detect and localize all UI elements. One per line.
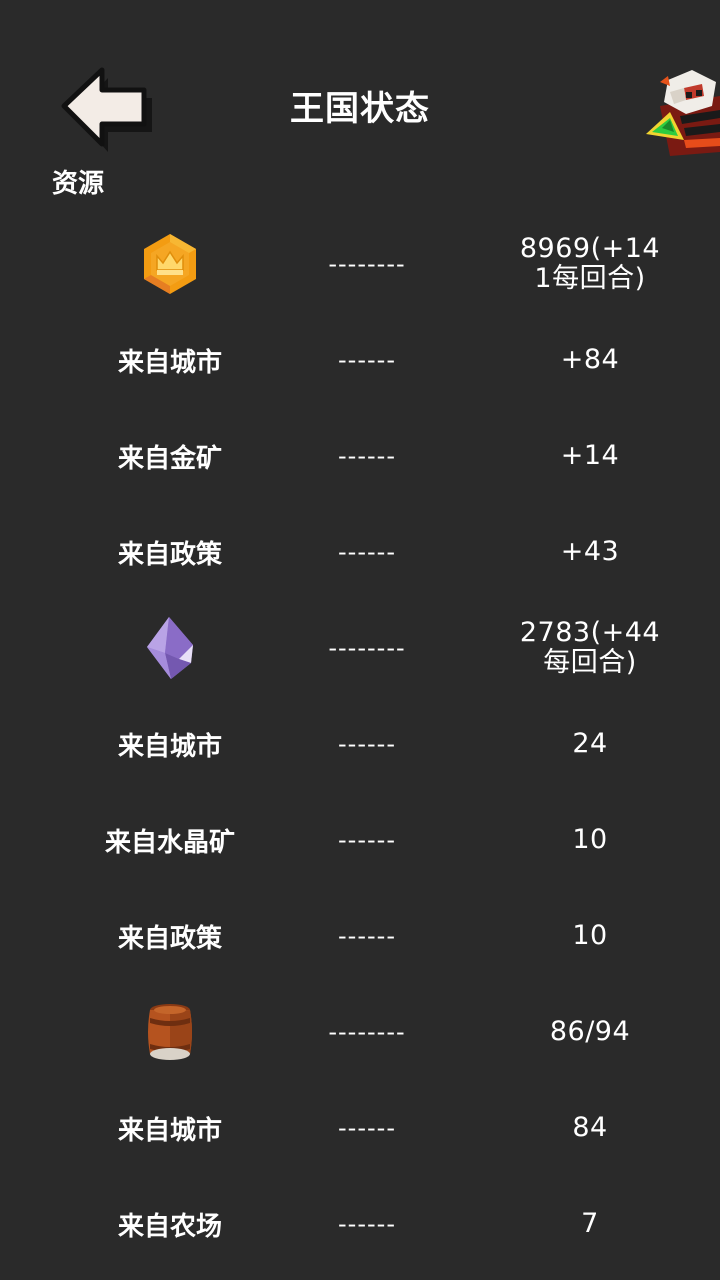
- gold-source-value: +43: [560, 536, 620, 567]
- crystal-source-label: 来自政策: [117, 923, 222, 954]
- gold-source-row: 来自金矿 ------ +14: [0, 408, 720, 504]
- header-bar: 王国状态: [0, 0, 720, 170]
- crystal-source-row: 来自政策 ------ 10: [0, 888, 720, 984]
- gold-source-value: +84: [560, 344, 620, 375]
- food-source-row: 来自城市 ------ 84: [0, 1080, 720, 1176]
- food-barrel-icon: [148, 1004, 192, 1060]
- gold-source-value: +14: [560, 440, 620, 471]
- ruler-avatar[interactable]: [640, 66, 720, 156]
- food-source-label: 来自城市: [117, 1115, 222, 1146]
- purple-crystal-icon: [147, 617, 193, 679]
- gold-total-value: 8969(+141每回合): [500, 216, 680, 312]
- gold-source-row: 来自城市 ------ +84: [0, 312, 720, 408]
- food-source-row: 来自农场 ------ 7: [0, 1176, 720, 1272]
- gold-crown-coin-icon: [144, 234, 196, 294]
- food-total-row: -------- 86/94: [0, 984, 720, 1080]
- gold-total-text: 8969(+141每回合): [519, 233, 661, 294]
- food-source-separator: ------: [338, 1114, 396, 1142]
- gold-source-row: 来自政策 ------ +43: [0, 504, 720, 600]
- page-title: 王国状态: [290, 89, 430, 129]
- food-source-value: 84: [572, 1112, 608, 1143]
- crystal-total-value: 2783(+44每回合): [500, 600, 680, 696]
- gold-icon-cell: [70, 216, 270, 312]
- crystal-source-separator: ------: [338, 730, 396, 758]
- crystal-source-value: 24: [572, 728, 608, 759]
- section-label-resources: 资源: [52, 169, 105, 199]
- crystal-source-row: 来自城市 ------ 24: [0, 696, 720, 792]
- gold-source-separator: ------: [338, 346, 396, 374]
- crystal-total-row: -------- 2783(+44每回合): [0, 600, 720, 696]
- crystal-icon-cell: [70, 600, 270, 696]
- crystal-source-separator: ------: [338, 922, 396, 950]
- food-source-value: 7: [581, 1208, 599, 1239]
- gold-source-label: 来自城市: [117, 347, 222, 378]
- crystal-source-label: 来自水晶矿: [104, 827, 235, 858]
- crystal-source-row: 来自水晶矿 ------ 10: [0, 792, 720, 888]
- food-source-separator: ------: [338, 1210, 396, 1238]
- food-icon-cell: [70, 984, 270, 1080]
- crystal-source-label: 来自城市: [117, 731, 222, 762]
- gold-source-label: 来自金矿: [117, 443, 222, 474]
- food-separator: --------: [328, 1018, 406, 1046]
- gold-separator: --------: [328, 250, 406, 278]
- gold-source-separator: ------: [338, 538, 396, 566]
- gold-total-row: -------- 8969(+141每回合): [0, 216, 720, 312]
- gold-source-label: 来自政策: [117, 539, 222, 570]
- food-total-value: 86/94: [549, 1016, 631, 1047]
- crystal-source-value: 10: [572, 824, 608, 855]
- crystal-total-text: 2783(+44每回合): [519, 617, 661, 678]
- crystal-source-separator: ------: [338, 826, 396, 854]
- ruler-avatar-icon: [646, 70, 720, 156]
- gold-source-separator: ------: [338, 442, 396, 470]
- food-source-label: 来自农场: [117, 1211, 222, 1242]
- crystal-source-value: 10: [572, 920, 608, 951]
- crystal-separator: --------: [328, 634, 406, 662]
